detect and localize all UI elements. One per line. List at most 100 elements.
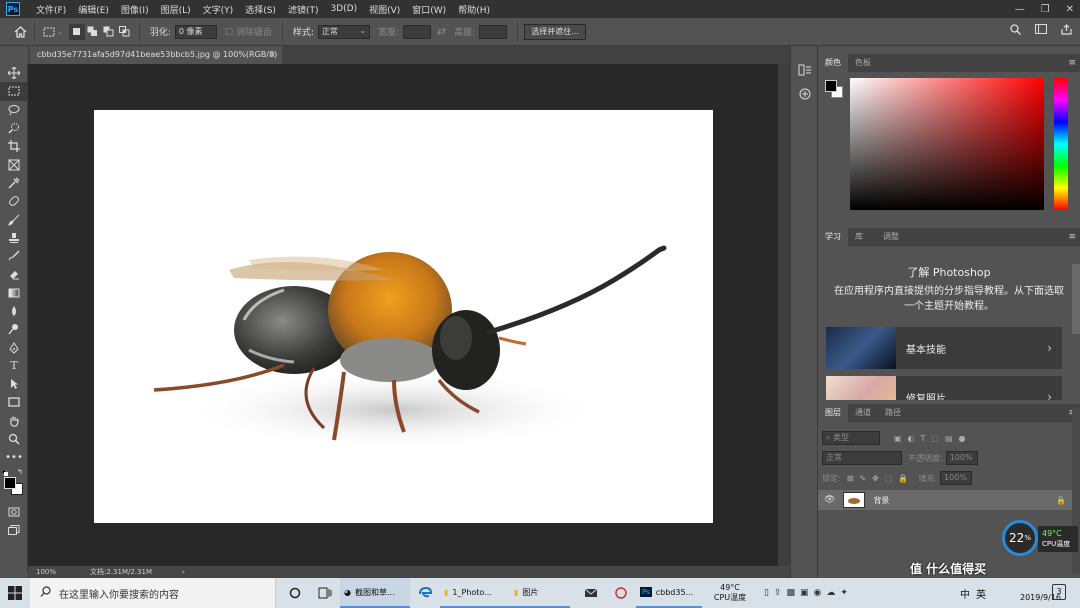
history-brush-tool-icon[interactable] [0,247,28,265]
tab-layers[interactable]: 图层 [818,404,848,422]
fill-input[interactable]: 100% [940,471,973,485]
close-tab-icon[interactable]: × [269,46,276,64]
menu-help[interactable]: 帮助(H) [452,3,496,16]
path-selection-tool-icon[interactable] [0,375,28,393]
color-panel-foreground[interactable] [825,80,837,92]
frame-tool-icon[interactable] [0,155,28,173]
type-tool-icon[interactable]: T [0,357,28,375]
vertical-scrollbar[interactable] [778,64,790,566]
zoom-tool-icon[interactable] [0,430,28,448]
tab-paths[interactable]: 路径 [878,404,908,422]
notification-icon[interactable]: 3 [1052,584,1066,600]
hand-tool-icon[interactable] [0,412,28,430]
close-icon[interactable]: ✕ [1066,4,1074,15]
history-panel-icon[interactable] [791,58,819,82]
more-tools-icon[interactable]: ••• [0,448,28,466]
edge-icon[interactable] [410,578,440,608]
tray-app-icon[interactable]: ▩ [787,588,796,598]
taskbar-app-folder[interactable]: ▮ 1_Photo... [440,578,510,608]
tray-app-icon[interactable]: ☁ [826,588,835,598]
default-colors-icon[interactable] [1,469,8,476]
lasso-tool-icon[interactable] [0,101,28,119]
tab-channels[interactable]: 通道 [848,404,878,422]
tab-swatches[interactable]: 色板 [848,54,878,72]
menu-file[interactable]: 文件(F) [30,3,72,16]
lock-icons[interactable]: ⊠✎✥⬚🔒 [847,474,915,483]
share-icon[interactable] [1061,24,1072,38]
menu-view[interactable]: 视图(V) [363,3,406,16]
rectangular-marquee-tool-icon[interactable] [0,82,28,101]
layer-row-background[interactable]: 👁 背景 🔒 [818,490,1072,510]
document-canvas[interactable] [94,110,713,523]
search-icon[interactable] [1010,24,1021,38]
rectangle-tool-icon[interactable] [0,393,28,411]
workspace-icon[interactable] [1035,24,1047,38]
quick-mask-icon[interactable] [0,503,28,521]
layer-filter-select[interactable]: ⌕ 类型 [822,431,880,445]
tray-app-icon[interactable]: ▣ [800,588,809,598]
dodge-tool-icon[interactable] [0,320,28,338]
blur-tool-icon[interactable] [0,302,28,320]
select-and-mask-button[interactable]: 选择并遮住... [524,23,586,40]
taskbar-app-snip[interactable]: ◕ 截图和草... [340,578,410,608]
menu-image[interactable]: 图像(I) [115,3,155,16]
foreground-color-swatch[interactable] [4,476,16,489]
document-tab[interactable]: cbbd35e7731afa5d97d41beae53bbcb5.jpg @ 1… [30,46,282,64]
learn-panel-menu-icon[interactable]: ≡ [1068,228,1076,246]
gradient-tool-icon[interactable] [0,284,28,302]
style-select[interactable]: 正常 ⌄ [317,24,370,39]
language-indicator[interactable]: 英 [976,586,986,601]
menu-window[interactable]: 窗口(W) [406,3,452,16]
move-tool-icon[interactable] [0,64,28,82]
quick-selection-tool-icon[interactable] [0,119,28,137]
pen-tool-icon[interactable] [0,338,28,356]
taskbar-app-pictures[interactable]: ▮ 图片 [510,578,570,608]
tray-app-icon[interactable]: ▯ [764,588,769,598]
network-tool-icon[interactable] [606,578,636,608]
screen-mode-icon[interactable] [0,521,28,539]
tab-libraries[interactable]: 库 [848,228,870,246]
zoom-level[interactable]: 100% [36,568,56,576]
status-menu-arrow[interactable]: › [182,568,185,576]
subtract-selection-icon[interactable] [101,24,117,40]
minimize-icon[interactable]: — [1015,4,1025,15]
swap-colors-icon[interactable]: ↰ [17,468,23,476]
mail-icon[interactable] [576,578,606,608]
eraser-tool-icon[interactable] [0,265,28,283]
antialias-checkbox[interactable]: ☐ 消除锯齿 [225,25,272,38]
task-view-icon[interactable] [310,578,340,608]
properties-panel-icon[interactable] [791,82,819,106]
marquee-preset-icon[interactable] [41,24,57,40]
tray-app-icon[interactable]: ◉ [814,588,822,598]
ime-indicator[interactable]: 中 [960,586,970,601]
windows-start-icon[interactable] [0,578,30,608]
hue-slider[interactable] [1054,78,1068,210]
menu-edit[interactable]: 编辑(E) [72,3,115,16]
cortana-icon[interactable] [280,578,310,608]
layer-filter-icons[interactable]: ▣◐T⬚▤● [894,434,972,443]
tab-adjustments[interactable]: 调整 [876,228,906,246]
healing-brush-tool-icon[interactable] [0,192,28,210]
tab-learn[interactable]: 学习 [818,228,848,246]
new-selection-icon[interactable] [68,23,85,40]
feather-input[interactable]: 0 像素 [174,24,217,39]
home-icon[interactable] [12,24,28,40]
clone-stamp-tool-icon[interactable] [0,229,28,247]
maximize-icon[interactable]: ❐ [1041,4,1050,15]
preset-dropdown-icon[interactable]: ⌄ [57,28,63,36]
menu-select[interactable]: 选择(S) [239,3,282,16]
blend-mode-select[interactable]: 正常 [822,451,902,465]
learn-scrollbar[interactable] [1072,264,1080,334]
tray-app-icon[interactable]: ⇪ [774,588,782,598]
menu-layer[interactable]: 图层(L) [155,3,197,16]
width-input[interactable] [402,24,431,39]
panel-menu-icon[interactable]: ≡ [1068,54,1076,72]
menu-3d[interactable]: 3D(D) [324,4,363,14]
taskbar-search-box[interactable]: 在这里输入你要搜索的内容 [30,578,276,608]
color-panel-swatches[interactable] [825,80,845,100]
taskbar-app-photoshop[interactable]: Ps cbbd35... [636,578,702,608]
menu-type[interactable]: 文字(Y) [197,3,240,16]
tab-color[interactable]: 颜色 [818,54,848,72]
add-selection-icon[interactable] [85,24,101,40]
eyedropper-tool-icon[interactable] [0,174,28,192]
